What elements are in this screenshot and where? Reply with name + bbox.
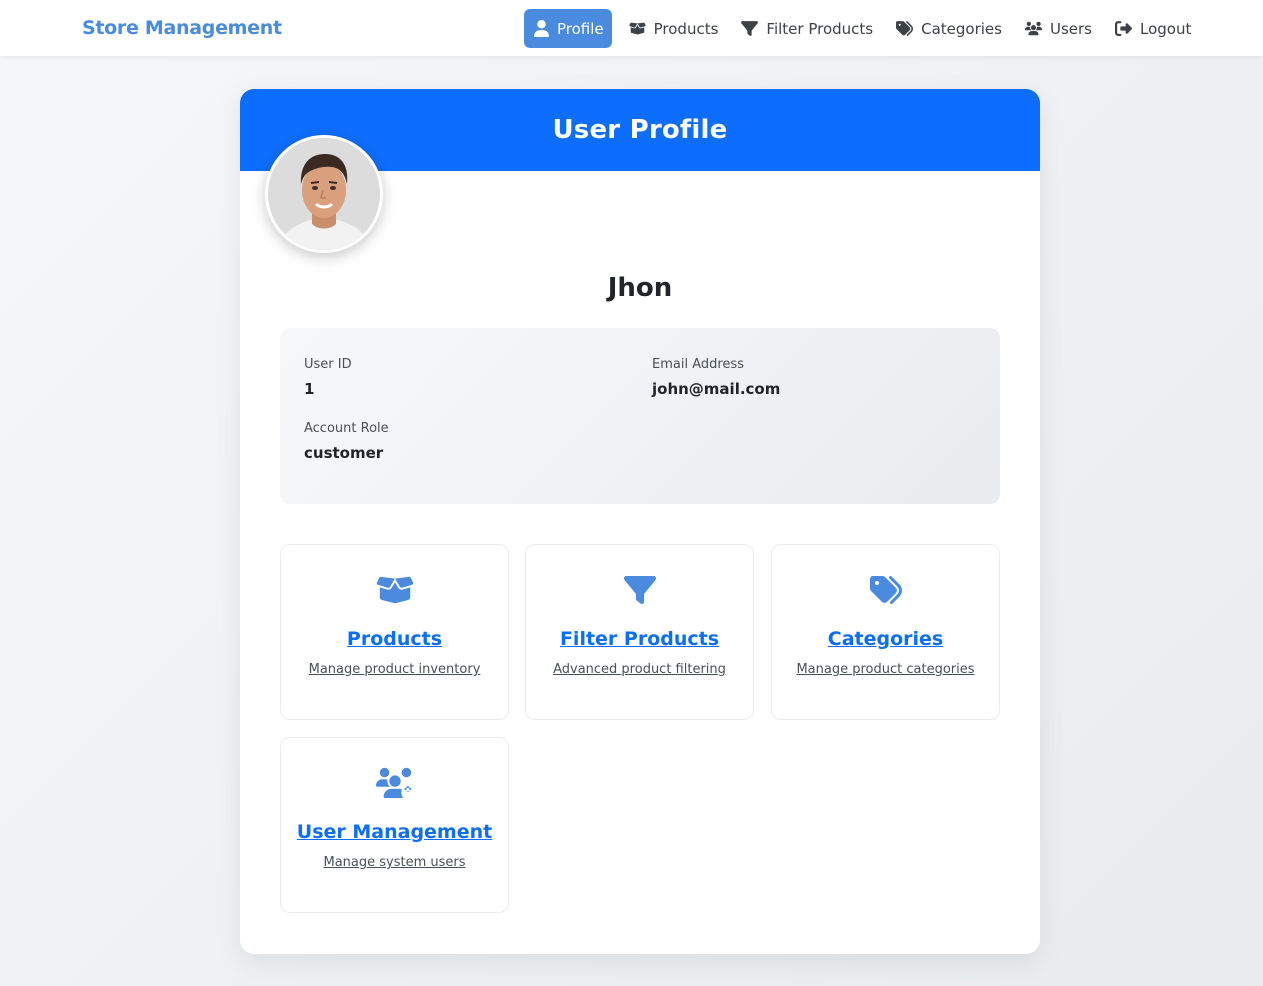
tile-user-management-link[interactable]: User Management <box>281 821 508 843</box>
nav-item-label: Categories <box>921 19 1002 38</box>
nav-item-categories[interactable]: Categories <box>896 9 1002 48</box>
tile-categories[interactable]: Categories Manage product categories <box>771 544 1000 720</box>
tile-categories-link[interactable]: Categories <box>772 628 999 650</box>
tile-filter-products-link[interactable]: Filter Products <box>526 628 753 650</box>
nav-item-label: Filter Products <box>766 19 874 38</box>
user-id-label: User ID <box>304 357 352 372</box>
tile-categories-description[interactable]: Manage product categories <box>772 662 999 677</box>
account-role-value: customer <box>304 444 384 462</box>
avatar <box>265 135 383 253</box>
brand-logo-text[interactable]: Store Management <box>82 17 282 39</box>
account-role-label: Account Role <box>304 421 389 436</box>
nav-item-label: Users <box>1049 19 1092 38</box>
users-icon <box>1024 21 1042 36</box>
tags-icon <box>869 576 902 605</box>
nav-item-products[interactable]: Products <box>629 9 719 48</box>
tile-products-description[interactable]: Manage product inventory <box>281 662 508 677</box>
tile-filter-products-description[interactable]: Advanced product filtering <box>526 662 753 677</box>
users-cog-icon <box>375 767 411 799</box>
nav-item-label: Profile <box>557 19 604 38</box>
box-open-icon <box>376 576 413 604</box>
nav-item-label: Logout <box>1139 19 1192 38</box>
nav-menu: Profile Products Filter Products Categor… <box>524 9 1191 48</box>
user-id-value: 1 <box>304 380 315 398</box>
top-navbar: Store Management Profile Products Filter… <box>0 0 1263 56</box>
nav-item-label: Products <box>653 19 719 38</box>
page-title: User Profile <box>552 115 728 145</box>
user-icon <box>534 20 549 37</box>
box-open-icon <box>629 22 646 35</box>
user-info-panel: User ID 1 Email Address john@mail.com Ac… <box>280 328 1000 504</box>
tile-user-management-description[interactable]: Manage system users <box>281 855 508 870</box>
nav-item-logout[interactable]: Logout <box>1114 9 1192 48</box>
nav-item-filter-products[interactable]: Filter Products <box>741 9 873 48</box>
tile-user-management[interactable]: User Management Manage system users <box>280 737 509 913</box>
tile-products[interactable]: Products Manage product inventory <box>280 544 509 720</box>
profile-card: User Profile Jhon User ID 1 Email Addres… <box>240 89 1040 954</box>
filter-icon <box>623 576 656 604</box>
logout-icon <box>1114 21 1132 36</box>
nav-item-profile[interactable]: Profile <box>524 9 612 48</box>
user-name: Jhon <box>607 273 673 303</box>
tile-products-link[interactable]: Products <box>281 628 508 650</box>
tags-icon <box>896 21 914 36</box>
nav-item-users[interactable]: Users <box>1024 9 1092 48</box>
avatar-photo <box>268 138 380 250</box>
tile-filter-products[interactable]: Filter Products Advanced product filteri… <box>525 544 754 720</box>
email-value: john@mail.com <box>652 380 781 398</box>
filter-icon <box>741 21 759 36</box>
email-label: Email Address <box>652 357 744 372</box>
